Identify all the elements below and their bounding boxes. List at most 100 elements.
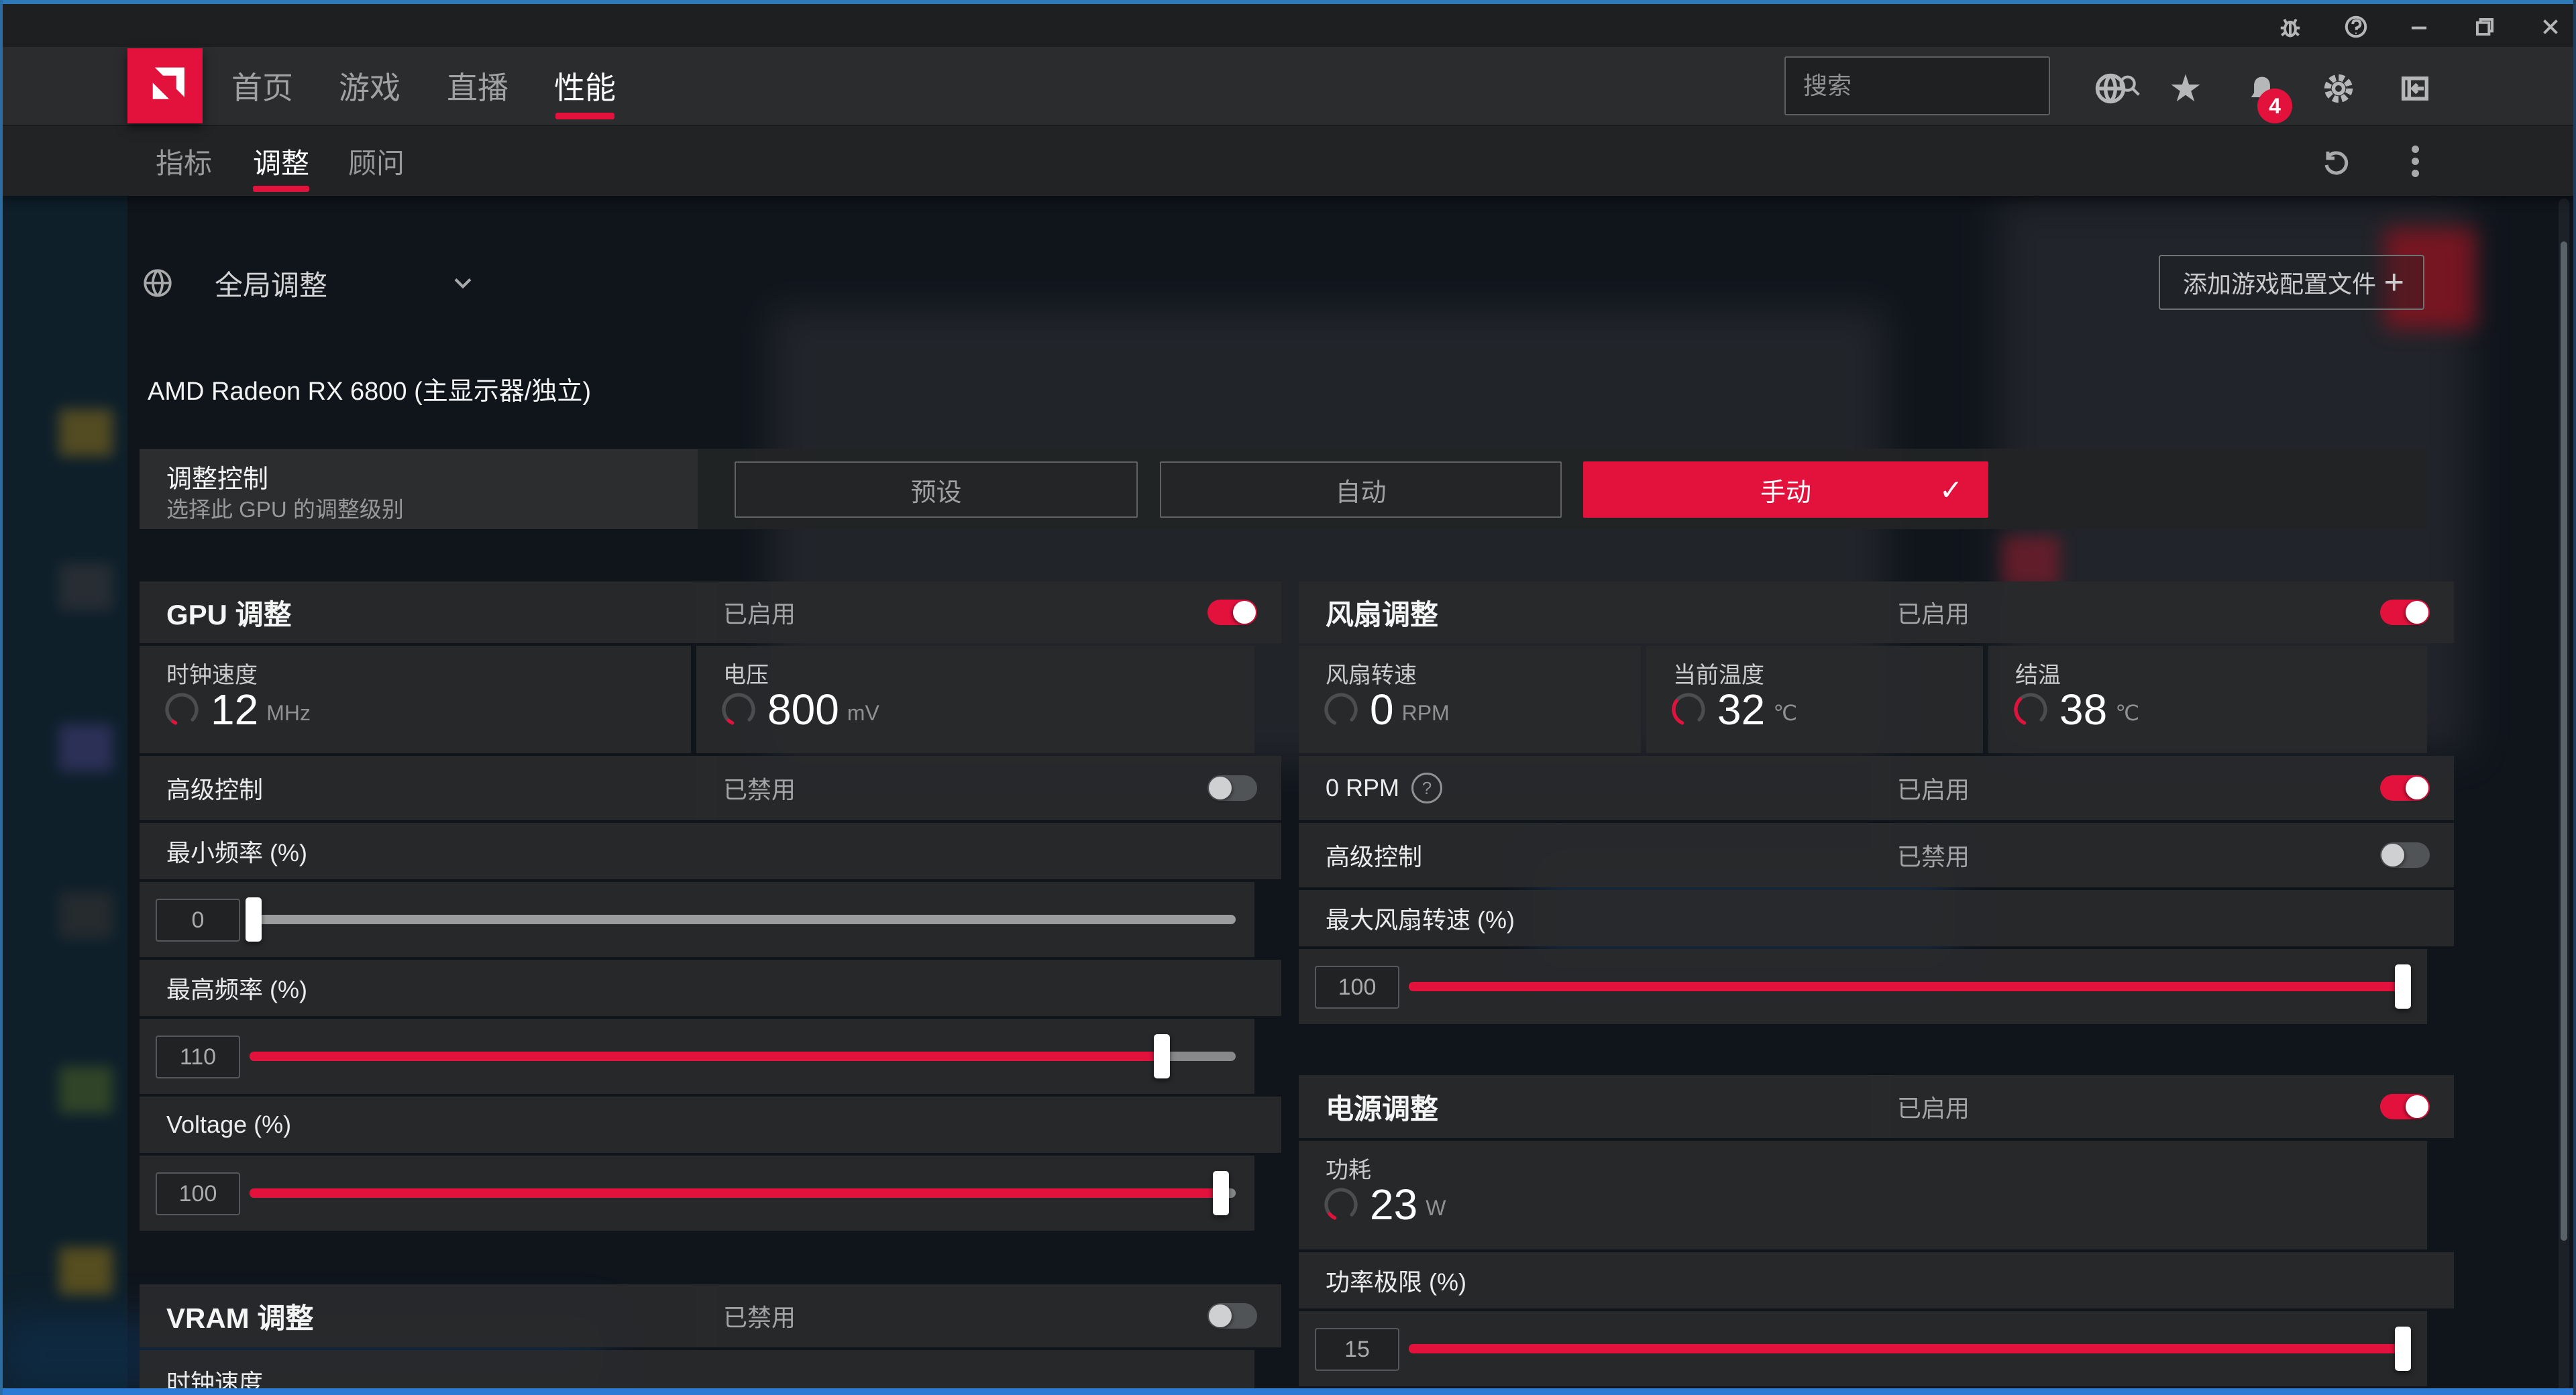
vram-status: 已禁用 bbox=[723, 1298, 796, 1333]
taskbar-edge bbox=[0, 1388, 2576, 1395]
active-tab-underline bbox=[555, 113, 614, 119]
subtab-advisor[interactable]: 顾问 bbox=[348, 126, 405, 196]
nav-tab-performance[interactable]: 性能 bbox=[554, 47, 616, 125]
subtab-tuning[interactable]: 调整 bbox=[253, 126, 309, 196]
profile-selector[interactable]: 全局调整 bbox=[141, 255, 478, 311]
power-limit-slider[interactable] bbox=[1409, 1344, 2403, 1353]
junction-temp-gauge bbox=[2011, 690, 2050, 729]
subtab-label: 顾问 bbox=[348, 141, 405, 182]
tuning-manual-button[interactable]: 手动 ✓ bbox=[1583, 461, 1988, 518]
restore-button[interactable] bbox=[2470, 12, 2500, 42]
power-limit-input[interactable] bbox=[1315, 1328, 1399, 1371]
current-temp-value: 32 bbox=[1717, 685, 1765, 734]
slider-thumb[interactable] bbox=[2395, 1327, 2411, 1371]
desktop-icon-blur bbox=[59, 892, 113, 939]
clock-speed-value: 12 bbox=[211, 685, 258, 734]
voltage-pct-slider-card bbox=[140, 1156, 1254, 1231]
power-limit-label: 功率极限 (%) bbox=[1326, 1263, 1466, 1298]
zero-rpm-card: 0 RPM ? bbox=[1299, 756, 1892, 820]
zero-rpm-toggle[interactable] bbox=[2380, 775, 2430, 801]
fan-tuning-header: 风扇调整 bbox=[1299, 581, 1892, 643]
add-game-profile-button[interactable]: 添加游戏配置文件 + bbox=[2159, 255, 2424, 310]
favorites-star-icon[interactable]: ★ bbox=[2167, 70, 2204, 107]
current-temp-card: 当前温度 32 ℃ bbox=[1646, 646, 1983, 753]
power-limit-slider-card bbox=[1299, 1311, 2427, 1386]
max-fan-slider[interactable] bbox=[1409, 982, 2403, 991]
desktop-icon-blur bbox=[59, 1247, 113, 1294]
gpu-device-name: AMD Radeon RX 6800 (主显示器/独立) bbox=[148, 370, 591, 407]
fan-speed-card: 风扇转速 0 RPM bbox=[1299, 646, 1641, 753]
nav-tab-label: 直播 bbox=[447, 64, 508, 108]
vram-tuning-header: VRAM 调整 bbox=[140, 1284, 718, 1347]
search-input[interactable] bbox=[1786, 71, 2116, 101]
window-left-accent bbox=[0, 0, 3, 1395]
slider-thumb[interactable] bbox=[1213, 1171, 1229, 1215]
fan-tuning-status-card: 已启用 bbox=[1870, 581, 2454, 643]
nav-tab-label: 游戏 bbox=[339, 64, 400, 108]
max-fan-input[interactable] bbox=[1315, 966, 1399, 1009]
titlebar bbox=[0, 4, 2576, 47]
fan-tuning-toggle[interactable] bbox=[2380, 600, 2430, 625]
nav-tab-label: 首页 bbox=[231, 64, 293, 108]
slider-thumb[interactable] bbox=[246, 897, 262, 942]
gpu-advanced-toggle[interactable] bbox=[1208, 775, 1257, 801]
help-icon[interactable] bbox=[2341, 12, 2371, 42]
fan-tuning-status: 已启用 bbox=[1897, 595, 1970, 630]
adrenalin-window: 首页 游戏 直播 性能 ★ 4 bbox=[0, 0, 2576, 1395]
reset-undo-icon[interactable] bbox=[2316, 142, 2353, 180]
bug-report-icon[interactable] bbox=[2275, 12, 2305, 42]
clock-speed-unit: MHz bbox=[266, 701, 311, 726]
max-fan-label: 最大风扇转速 (%) bbox=[1326, 901, 1515, 936]
fan-tuning-title: 风扇调整 bbox=[1326, 592, 1438, 633]
junction-temp-card: 结温 38 ℃ bbox=[1988, 646, 2427, 753]
gpu-tuning-header: GPU 调整 bbox=[140, 581, 718, 643]
subtab-metrics[interactable]: 指标 bbox=[156, 126, 212, 196]
voltage-pct-input[interactable] bbox=[156, 1172, 240, 1215]
desktop-icon-blur bbox=[59, 563, 113, 610]
manual-label: 手动 bbox=[1760, 471, 1811, 508]
min-frequency-input[interactable] bbox=[156, 899, 240, 942]
overlay-panel-icon[interactable] bbox=[2396, 70, 2434, 107]
power-consumption-value: 23 bbox=[1370, 1180, 1417, 1229]
web-globe-icon[interactable] bbox=[2092, 70, 2129, 107]
zero-rpm-help-icon[interactable]: ? bbox=[1411, 773, 1442, 803]
clock-speed-gauge bbox=[162, 690, 201, 729]
tuning-auto-button[interactable]: 自动 bbox=[1160, 461, 1562, 518]
power-tuning-title: 电源调整 bbox=[1326, 1086, 1438, 1127]
min-frequency-slider[interactable] bbox=[250, 915, 1236, 924]
settings-gear-icon[interactable] bbox=[2320, 70, 2357, 107]
auto-label: 自动 bbox=[1335, 471, 1386, 508]
more-options-icon[interactable] bbox=[2396, 142, 2434, 180]
max-frequency-input[interactable] bbox=[156, 1036, 240, 1078]
nav-tab-home[interactable]: 首页 bbox=[231, 47, 293, 125]
nav-tab-label: 性能 bbox=[554, 64, 616, 108]
fan-speed-unit: RPM bbox=[1402, 701, 1450, 726]
fan-advanced-toggle[interactable] bbox=[2380, 842, 2430, 868]
nav-tab-streaming[interactable]: 直播 bbox=[447, 47, 508, 125]
voltage-pct-label: Voltage (%) bbox=[166, 1111, 291, 1139]
amd-logo[interactable] bbox=[127, 48, 203, 123]
power-tuning-toggle[interactable] bbox=[2380, 1094, 2430, 1119]
voltage-pct-slider[interactable] bbox=[250, 1188, 1236, 1198]
add-game-profile-label: 添加游戏配置文件 bbox=[2183, 265, 2376, 300]
background-desktop-blur bbox=[0, 194, 127, 1395]
vram-toggle[interactable] bbox=[1208, 1303, 1257, 1329]
max-frequency-slider[interactable] bbox=[250, 1052, 1236, 1061]
fan-speed-value: 0 bbox=[1370, 685, 1394, 734]
gpu-tuning-toggle[interactable] bbox=[1208, 600, 1257, 625]
close-button[interactable] bbox=[2536, 12, 2565, 42]
slider-thumb[interactable] bbox=[2395, 964, 2411, 1009]
minimize-button[interactable] bbox=[2404, 12, 2434, 42]
scrollbar-thumb[interactable] bbox=[2561, 241, 2567, 1241]
performance-subnav: 指标 调整 顾问 bbox=[0, 125, 2576, 196]
main-navbar: 首页 游戏 直播 性能 ★ 4 bbox=[0, 47, 2576, 125]
desktop-icon-blur bbox=[59, 724, 113, 771]
gpu-advanced-control-card: 高级控制 bbox=[140, 756, 718, 820]
slider-fill bbox=[250, 1188, 1221, 1198]
gpu-clock-card: 时钟速度 12 MHz bbox=[140, 646, 691, 753]
slider-fill bbox=[1409, 1344, 2403, 1353]
tuning-preset-button[interactable]: 预设 bbox=[735, 461, 1138, 518]
slider-thumb[interactable] bbox=[1154, 1034, 1170, 1078]
scrollbar[interactable] bbox=[2559, 199, 2569, 1395]
nav-tab-gaming[interactable]: 游戏 bbox=[339, 47, 400, 125]
